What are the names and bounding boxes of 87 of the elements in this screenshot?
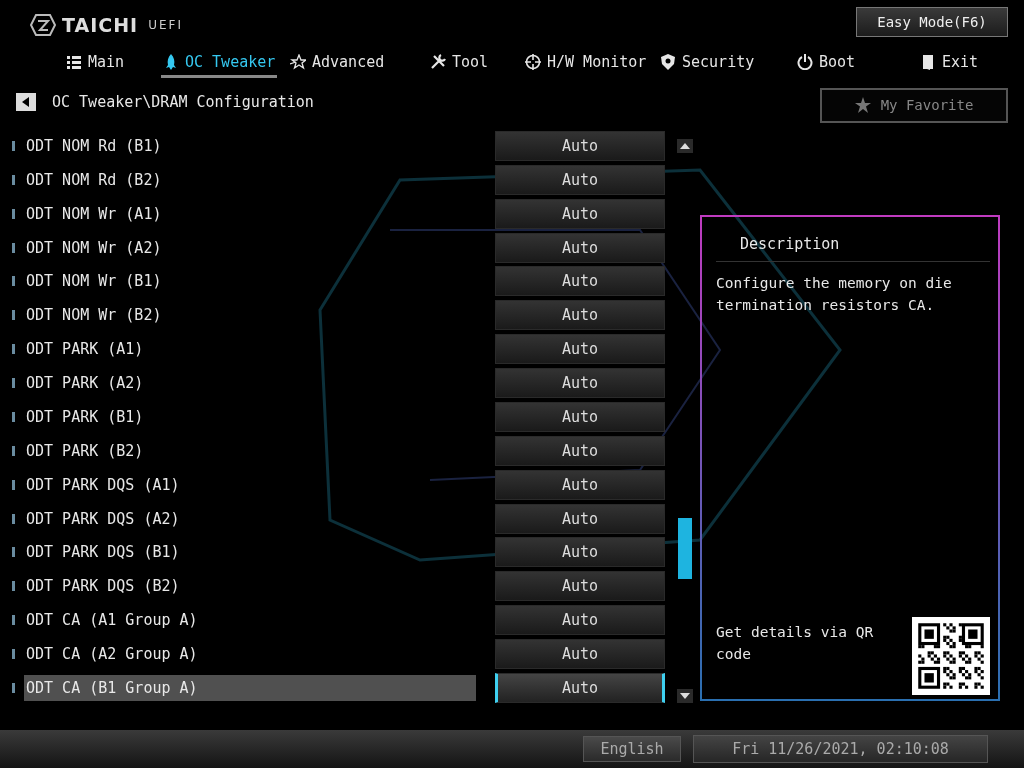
menu-tab[interactable]: Exit bbox=[918, 48, 981, 78]
item-marker bbox=[12, 513, 15, 524]
setting-label[interactable]: ODT PARK (B1) bbox=[24, 403, 476, 430]
setting-label[interactable]: ODT NOM Wr (B1) bbox=[24, 268, 476, 295]
setting-label[interactable]: ODT PARK (B2) bbox=[24, 437, 476, 464]
item-marker bbox=[12, 242, 15, 253]
logo-icon bbox=[30, 14, 56, 36]
setting-label[interactable]: ODT PARK (A2) bbox=[24, 370, 476, 397]
setting-label[interactable]: ODT NOM Wr (B2) bbox=[24, 302, 476, 329]
description-text: Configure the memory on die termination resistors CA. bbox=[716, 274, 953, 315]
item-marker bbox=[12, 208, 15, 219]
setting-label[interactable]: ODT NOM Wr (A2) bbox=[24, 234, 476, 261]
date-time: Fri 11/26/2021, 02:10:08 bbox=[693, 735, 988, 763]
up-arrow-icon bbox=[680, 143, 690, 149]
door-icon bbox=[920, 53, 936, 70]
language-button[interactable]: English bbox=[583, 736, 681, 762]
setting-value-button[interactable]: Auto bbox=[495, 571, 665, 602]
back-arrow-icon bbox=[22, 97, 30, 107]
power-icon bbox=[797, 53, 813, 70]
setting-label[interactable]: ODT PARK DQS (B1) bbox=[24, 539, 476, 566]
setting-value-button[interactable]: Auto bbox=[495, 164, 665, 195]
item-marker bbox=[12, 344, 15, 355]
setting-value-button[interactable]: Auto bbox=[495, 401, 665, 432]
star-icon bbox=[290, 53, 306, 70]
item-marker bbox=[12, 649, 15, 660]
setting-value-button[interactable]: Auto bbox=[495, 469, 665, 500]
crosshair-icon bbox=[525, 53, 541, 70]
item-marker bbox=[12, 378, 15, 389]
item-marker bbox=[12, 310, 15, 321]
menu-tab[interactable]: Main bbox=[64, 48, 127, 78]
setting-value-button[interactable]: Auto bbox=[495, 300, 665, 331]
scrollbar-thumb[interactable] bbox=[678, 518, 692, 579]
setting-label[interactable]: ODT PARK (A1) bbox=[24, 336, 476, 363]
setting-label[interactable]: ODT PARK DQS (A2) bbox=[24, 505, 476, 532]
shield-icon bbox=[660, 53, 676, 70]
favorite-button[interactable]: My Favorite bbox=[820, 87, 1008, 123]
item-marker bbox=[12, 479, 15, 490]
menu-tab[interactable]: Advanced bbox=[288, 48, 387, 78]
item-marker bbox=[12, 411, 15, 422]
setting-value-button[interactable]: Auto bbox=[495, 130, 665, 161]
setting-label[interactable]: ODT PARK DQS (A1) bbox=[24, 471, 476, 498]
setting-value-button[interactable]: Auto bbox=[495, 537, 665, 568]
menu-tab[interactable]: H/W Monitor bbox=[523, 48, 649, 78]
setting-value-button[interactable]: Auto bbox=[495, 503, 665, 534]
menu-tab[interactable]: OC Tweaker bbox=[161, 48, 278, 78]
setting-value-button[interactable]: Auto bbox=[495, 266, 665, 297]
item-marker bbox=[12, 615, 15, 626]
scroll-up-button[interactable] bbox=[677, 139, 693, 153]
setting-value-button[interactable]: Auto bbox=[495, 672, 665, 703]
setting-label[interactable]: ODT CA (A1 Group A) bbox=[24, 607, 476, 634]
setting-value-button[interactable]: Auto bbox=[495, 198, 665, 229]
star-icon bbox=[854, 97, 871, 113]
qr-code-icon bbox=[912, 617, 990, 695]
setting-value-button[interactable]: Auto bbox=[495, 368, 665, 399]
item-marker bbox=[12, 445, 15, 456]
setting-label[interactable]: ODT NOM Rd (B1) bbox=[24, 132, 476, 159]
item-marker bbox=[12, 174, 15, 185]
menu-tab[interactable]: Tool bbox=[428, 48, 491, 78]
menu-tab[interactable]: Boot bbox=[795, 48, 858, 78]
item-marker bbox=[12, 276, 15, 287]
setting-label[interactable]: ODT NOM Wr (A1) bbox=[24, 200, 476, 227]
setting-label[interactable]: ODT NOM Rd (B2) bbox=[24, 166, 476, 193]
description-title: Description bbox=[716, 217, 990, 262]
brand-suffix: UEFI bbox=[148, 18, 183, 32]
item-marker bbox=[12, 682, 15, 693]
brand-name: TAICHI bbox=[62, 14, 139, 36]
list-icon bbox=[66, 53, 82, 70]
setting-value-button[interactable]: Auto bbox=[495, 639, 665, 670]
item-marker bbox=[12, 581, 15, 592]
tools-icon bbox=[430, 53, 446, 70]
menu-tab[interactable]: Security bbox=[658, 48, 757, 78]
setting-value-button[interactable]: Auto bbox=[495, 605, 665, 636]
setting-label[interactable]: ODT CA (A2 Group A) bbox=[24, 641, 476, 668]
scroll-down-button[interactable] bbox=[677, 689, 693, 703]
setting-value-button[interactable]: Auto bbox=[495, 435, 665, 466]
setting-value-button[interactable]: Auto bbox=[495, 334, 665, 365]
item-marker bbox=[12, 547, 15, 558]
item-marker bbox=[12, 140, 15, 151]
breadcrumb: OC Tweaker\DRAM Configuration bbox=[52, 93, 315, 111]
setting-label[interactable]: ODT CA (B1 Group A) bbox=[24, 674, 476, 701]
qr-caption: Get details via QR code bbox=[716, 623, 875, 664]
easy-mode-button[interactable]: Easy Mode(F6) bbox=[856, 7, 1008, 37]
back-button[interactable] bbox=[16, 93, 36, 111]
down-arrow-icon bbox=[680, 693, 690, 699]
setting-label[interactable]: ODT PARK DQS (B2) bbox=[24, 573, 476, 600]
rocket-icon bbox=[163, 53, 179, 70]
setting-value-button[interactable]: Auto bbox=[495, 232, 665, 263]
